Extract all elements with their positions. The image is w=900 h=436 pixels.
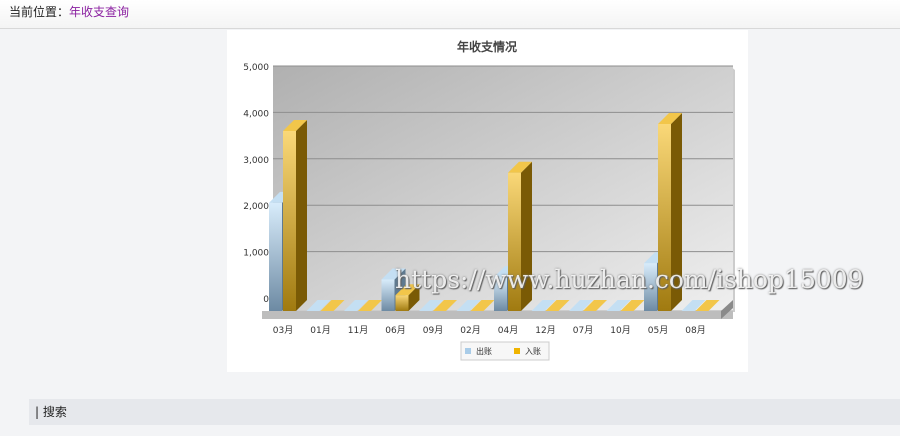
search-section-header[interactable]: | 搜索 <box>29 399 900 425</box>
chart-title: 年收支情况 <box>457 39 517 54</box>
bar-income-03月 <box>283 119 307 312</box>
x-tick-label: 09月 <box>423 325 443 336</box>
x-tick-label: 07月 <box>573 325 593 336</box>
breadcrumb-current-link[interactable]: 年收支查询 <box>69 5 129 19</box>
breadcrumb: 当前位置：年收支查询 <box>0 0 900 29</box>
x-tick-label: 11月 <box>348 325 368 336</box>
chart-container: 年收支情况 0 1,000 2,000 3,000 4,000 5,000 03月 01月 1… <box>227 30 748 372</box>
x-tick-label: 05月 <box>648 325 668 336</box>
legend-swatch-out <box>465 348 471 354</box>
x-tick-label: 06月 <box>385 325 405 336</box>
chart-floor <box>262 311 733 319</box>
income-expense-chart: 年收支情况 0 1,000 2,000 3,000 4,000 5,000 03月 01月 1… <box>243 39 735 361</box>
x-tick-label: 03月 <box>273 325 293 336</box>
x-tick-label: 04月 <box>498 325 518 336</box>
search-label: | 搜索 <box>35 405 67 419</box>
legend-label-in: 入账 <box>525 347 541 356</box>
legend-label-out: 出账 <box>476 346 492 356</box>
y-tick-label: 0 <box>263 295 269 305</box>
x-tick-label: 08月 <box>685 325 705 336</box>
y-tick-label: 2,000 <box>243 202 269 212</box>
y-tick-label: 4,000 <box>243 109 269 119</box>
legend-swatch-in <box>514 348 520 354</box>
y-tick-label: 1,000 <box>243 249 269 259</box>
legend: 出账 入账 <box>460 341 550 361</box>
x-tick-label: 02月 <box>460 325 480 336</box>
x-tick-label: 10月 <box>610 325 630 336</box>
bar-income-05月 <box>658 113 682 311</box>
bar-income-04月 <box>508 161 532 311</box>
y-tick-label: 3,000 <box>243 156 269 166</box>
x-tick-label: 01月 <box>310 325 330 336</box>
breadcrumb-label: 当前位置： <box>9 5 70 19</box>
x-tick-label: 12月 <box>535 325 555 336</box>
y-tick-label: 5,000 <box>243 63 269 73</box>
